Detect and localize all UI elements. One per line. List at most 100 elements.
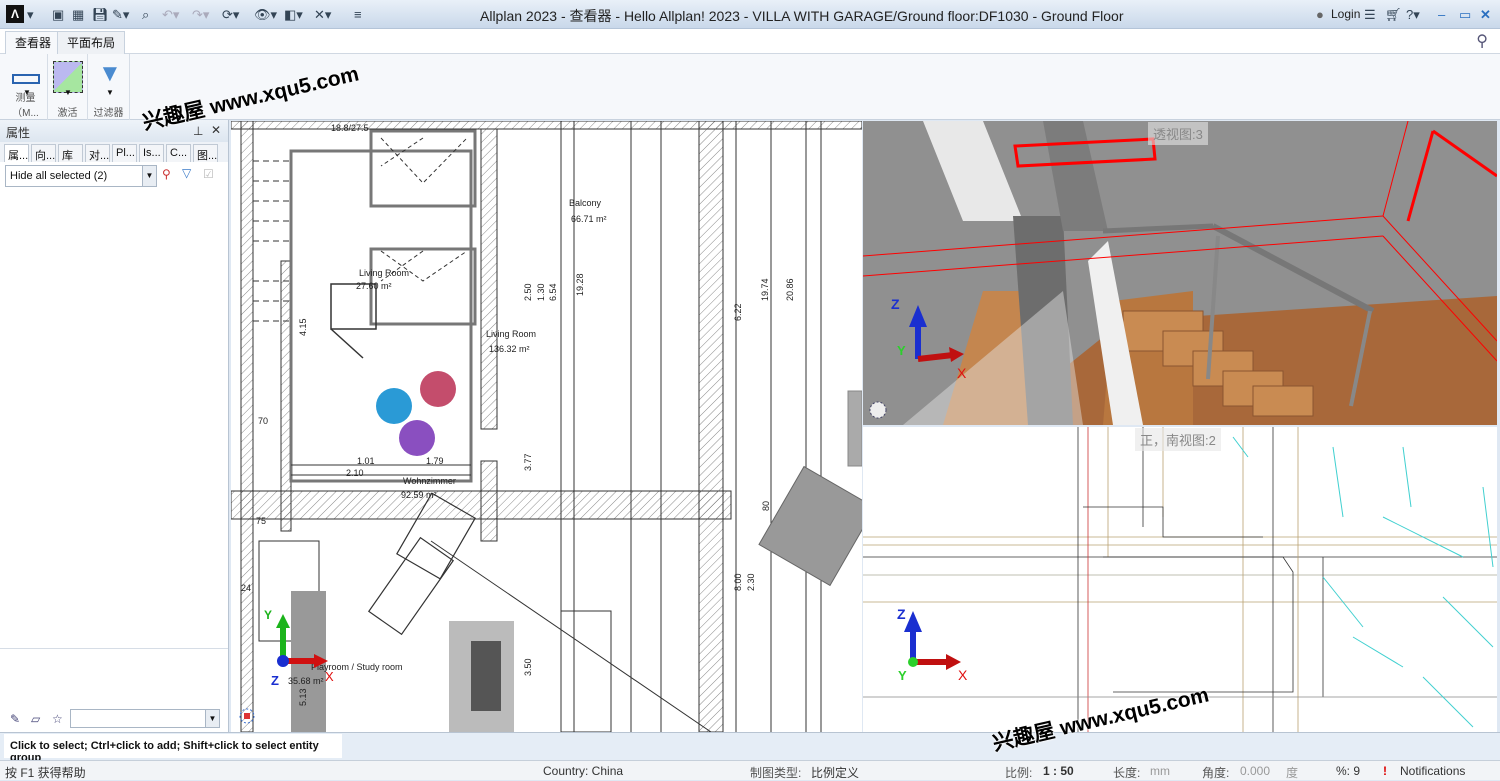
navigation-icon[interactable] bbox=[869, 401, 887, 419]
dimension: 3.50 bbox=[523, 658, 533, 676]
svg-text:Y: Y bbox=[897, 343, 906, 358]
apply-icon[interactable]: ☑ bbox=[203, 167, 214, 181]
dimension: 18.8/27.5 bbox=[331, 123, 369, 133]
search-icon[interactable]: ⚲ bbox=[1476, 31, 1488, 51]
percent: %: 9 bbox=[1336, 764, 1361, 778]
3d-icon[interactable]: ▣ bbox=[52, 6, 64, 23]
minimize-icon[interactable]: – bbox=[1438, 6, 1445, 23]
eyedropper-icon[interactable]: ✎ bbox=[10, 712, 20, 726]
dimension: 70 bbox=[258, 416, 268, 426]
panel-tab[interactable]: C... bbox=[166, 144, 191, 162]
dimension: 1.30 bbox=[536, 283, 546, 301]
allplan-logo[interactable]: Λ bbox=[6, 5, 24, 23]
favorite-icon[interactable]: ☆ bbox=[52, 712, 63, 726]
dimension: 1.79 bbox=[426, 456, 444, 466]
dimension: 75 bbox=[256, 516, 266, 526]
prompt-text: Click to select; Ctrl+click to add; Shif… bbox=[4, 734, 342, 764]
panel-tab[interactable]: 图... bbox=[193, 144, 218, 162]
room-area: 35.68 m² bbox=[288, 676, 324, 686]
drawing-type[interactable]: 比例定义 bbox=[811, 764, 859, 781]
notifications-button[interactable]: Notifications bbox=[1400, 764, 1465, 778]
window-icon[interactable]: ◧▾ bbox=[284, 6, 303, 23]
dimension: 4.15 bbox=[298, 318, 308, 336]
maximize-icon[interactable]: ▭ bbox=[1459, 6, 1471, 23]
room-area: 136.32 m² bbox=[489, 344, 530, 354]
list-icon[interactable]: ☰ bbox=[1364, 6, 1376, 23]
dimension: 80 bbox=[761, 501, 771, 511]
undo-icon[interactable]: ↶▾ bbox=[162, 6, 179, 23]
room-name: Balcony bbox=[569, 198, 602, 208]
dimension: 20.86 bbox=[785, 278, 795, 301]
window-title: Allplan 2023 - 查看器 - Hello Allplan! 2023… bbox=[480, 8, 1124, 24]
save-icon[interactable]: 💾︎ bbox=[92, 6, 109, 23]
palette-icon[interactable]: ▦ bbox=[72, 6, 84, 23]
svg-text:X: X bbox=[958, 667, 968, 683]
svg-text:Z: Z bbox=[891, 296, 900, 312]
dimension: 5.13 bbox=[298, 688, 308, 706]
tab-layout[interactable]: 平面布局 bbox=[57, 31, 126, 54]
tools-icon[interactable]: ✕▾ bbox=[314, 6, 331, 23]
panel-tab[interactable]: 属... bbox=[4, 144, 29, 162]
dimension: 2.30 bbox=[746, 573, 756, 591]
open-icon[interactable]: ▱ bbox=[31, 712, 40, 726]
customize-icon[interactable]: ≡ bbox=[354, 6, 362, 23]
length-unit[interactable]: mm bbox=[1150, 764, 1170, 778]
dimension: 2.50 bbox=[523, 283, 533, 301]
tab-viewer[interactable]: 查看器 bbox=[5, 31, 62, 54]
filter-small-icon[interactable]: ▽ bbox=[182, 166, 191, 180]
zoom-window-icon[interactable]: ⌕ bbox=[142, 6, 149, 23]
title-bar: Λ ▾ ▣ ▦ 💾︎ ✎▾ ⌕ ↶▾ ↷▾ ⟳▾ 👁︎▾ ◧▾ ✕▾ ≡ All… bbox=[0, 0, 1500, 29]
y-axis-label: Y bbox=[264, 608, 272, 622]
x-axis-label: X bbox=[325, 669, 334, 684]
dimension: 8.00 bbox=[733, 573, 743, 591]
dimension: 19.28 bbox=[575, 273, 585, 296]
svg-text:X: X bbox=[957, 365, 967, 381]
svg-text:Z: Z bbox=[897, 606, 906, 622]
redo-icon[interactable]: ↷▾ bbox=[192, 6, 209, 23]
selection-filter-combo[interactable]: Hide all selected (2) ▼ bbox=[5, 165, 157, 187]
dimension: 19.74 bbox=[760, 278, 770, 301]
panel-tab[interactable]: 向... bbox=[31, 144, 56, 162]
ribbon-tabs: 查看器 平面布局 ⚲ bbox=[0, 29, 1500, 54]
panel-tab[interactable]: 库 bbox=[58, 144, 83, 162]
dimension: 3.77 bbox=[523, 453, 533, 471]
dimension: 24 bbox=[241, 583, 251, 593]
dimension: 1.01 bbox=[357, 456, 375, 466]
close-panel-icon[interactable]: ✕ bbox=[211, 123, 221, 137]
floor-plan-drawing: Balcony 66.71 m² Living Room 27.60 m² Li… bbox=[231, 121, 862, 732]
perspective-viewport[interactable]: Z Y X 透视图:3 bbox=[863, 121, 1497, 425]
pin-icon[interactable]: ⊥ bbox=[193, 124, 203, 138]
dimension: 6.54 bbox=[548, 283, 558, 301]
zoom-select-icon[interactable]: ⚲ bbox=[162, 167, 171, 181]
eye-icon[interactable]: 👁︎▾ bbox=[254, 6, 277, 23]
edit-icon[interactable]: ✎▾ bbox=[112, 6, 129, 23]
measure-group[interactable]: ▼ 测量（M... bbox=[4, 54, 48, 120]
room-name: Living Room bbox=[486, 329, 536, 339]
favorites-combo[interactable]: ▼ bbox=[70, 709, 220, 728]
furniture-balls bbox=[376, 371, 456, 456]
scale-value[interactable]: 1 : 50 bbox=[1043, 764, 1074, 778]
user-icon[interactable]: ● bbox=[1316, 6, 1324, 23]
svg-text:Y: Y bbox=[898, 668, 907, 683]
menu-dropdown-icon[interactable]: ▾ bbox=[27, 6, 34, 23]
panel-tab[interactable]: Is... bbox=[139, 144, 164, 162]
filter-group[interactable]: ▼ ▼ 过滤器 bbox=[88, 54, 130, 120]
angle-value[interactable]: 0.000 bbox=[1240, 764, 1270, 778]
refresh-icon[interactable]: ⟳▾ bbox=[222, 6, 239, 23]
notification-icon[interactable]: ! bbox=[1383, 764, 1387, 778]
help-icon[interactable]: ?▾ bbox=[1406, 6, 1420, 23]
panel-tab[interactable]: 对... bbox=[85, 144, 110, 162]
panel-tab[interactable]: Pl... bbox=[112, 144, 137, 162]
help-hint: 按 F1 获得帮助 bbox=[5, 766, 86, 780]
login-button[interactable]: Login bbox=[1331, 6, 1360, 23]
room-area: 27.60 m² bbox=[356, 281, 392, 291]
room-name: Wohnzimmer bbox=[403, 476, 456, 486]
activate-group[interactable]: ▼ 激活 bbox=[48, 54, 88, 120]
country: Country: China bbox=[543, 764, 624, 778]
plan-viewport[interactable]: Balcony 66.71 m² Living Room 27.60 m² Li… bbox=[231, 121, 862, 732]
front-axis-gizmo: Z Y X bbox=[897, 606, 968, 683]
close-icon[interactable]: ✕ bbox=[1480, 6, 1491, 23]
dimension: 6.22 bbox=[733, 303, 743, 321]
viewport-label: 正，南视图:2 bbox=[1135, 428, 1221, 451]
cart-icon[interactable]: 🛒︎ bbox=[1385, 6, 1402, 23]
